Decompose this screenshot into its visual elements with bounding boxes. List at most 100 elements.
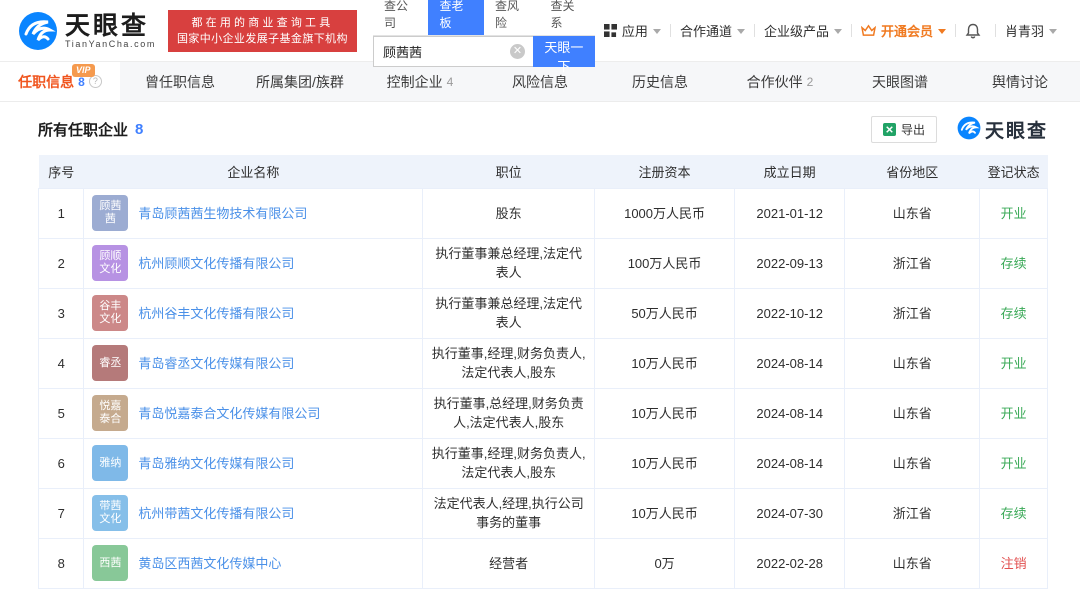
row-seq: 1	[39, 188, 84, 238]
row-company: 西茜黄岛区西茜文化传媒中心	[84, 538, 423, 588]
row-province: 山东省	[845, 438, 980, 488]
company-link[interactable]: 杭州顾顺文化传播有限公司	[138, 254, 294, 273]
nav-open-vip[interactable]: 开通会员	[852, 21, 955, 40]
row-status: 存续	[980, 488, 1048, 538]
search-tab-查风险[interactable]: 查风险	[484, 0, 540, 35]
search-tab-查老板[interactable]: 查老板	[428, 0, 484, 35]
header: 天眼查 TianYanCha.com 都在用的商业查询工具 国家中小企业发展子基…	[0, 0, 1080, 62]
tab-label: 曾任职信息	[145, 72, 215, 92]
company-avatar: 带茜文化	[92, 495, 128, 531]
row-province: 山东省	[845, 538, 980, 588]
row-company: 睿丞青岛睿丞文化传媒有限公司	[84, 338, 423, 388]
nav-enterprise-products[interactable]: 企业级产品	[755, 21, 851, 40]
company-link[interactable]: 青岛睿丞文化传媒有限公司	[138, 354, 294, 373]
notification-bell-icon	[965, 23, 981, 39]
row-seq: 3	[39, 288, 84, 338]
column-header-成立日期: 成立日期	[735, 155, 845, 188]
nav-apps-label: 应用	[622, 21, 648, 40]
chevron-down-icon	[834, 29, 842, 34]
row-status: 开业	[980, 438, 1048, 488]
row-date: 2022-02-28	[735, 538, 845, 588]
status-text: 注销	[1001, 556, 1027, 571]
tab-任职信息[interactable]: 任职信息8?VIP	[0, 62, 120, 101]
avatar-line: 茜	[105, 213, 116, 226]
logo-text: 天眼查 TianYanCha.com	[65, 13, 156, 49]
nav-vip-label: 开通会员	[881, 21, 933, 40]
column-header-注册资本: 注册资本	[594, 155, 734, 188]
tab-历史信息[interactable]: 历史信息	[600, 62, 720, 101]
column-header-序号: 序号	[39, 155, 84, 188]
row-date: 2024-08-14	[735, 438, 845, 488]
tab-风险信息[interactable]: 风险信息	[480, 62, 600, 101]
avatar-line: 顾顺	[99, 250, 121, 263]
tab-所属集团/族群[interactable]: 所属集团/族群	[240, 62, 360, 101]
status-text: 开业	[1001, 356, 1027, 371]
page-title: 所有任职企业	[38, 119, 128, 140]
search-tab-查公司[interactable]: 查公司	[373, 0, 429, 35]
search-tab-查关系[interactable]: 查关系	[539, 0, 595, 35]
row-company: 顾顺文化杭州顾顺文化传播有限公司	[84, 238, 423, 288]
company-link[interactable]: 青岛顾茜茜生物技术有限公司	[138, 204, 307, 223]
row-province: 浙江省	[845, 488, 980, 538]
tab-天眼图谱[interactable]: 天眼图谱	[840, 62, 960, 101]
tianyancha-logo[interactable]: 天眼查 TianYanCha.com	[18, 11, 156, 51]
export-label: 导出	[901, 121, 925, 138]
avatar-line: 文化	[99, 263, 121, 276]
header-nav: 应用 合作通道 企业级产品 开通会员	[595, 21, 1066, 40]
logo-subtitle: TianYanCha.com	[65, 39, 156, 49]
row-position: 执行董事,经理,财务负责人,法定代表人,股东	[423, 338, 595, 388]
avatar-line: 文化	[99, 513, 121, 526]
row-province: 山东省	[845, 338, 980, 388]
column-header-企业名称: 企业名称	[84, 155, 423, 188]
company-link[interactable]: 青岛悦嘉泰合文化传媒有限公司	[138, 404, 320, 423]
chevron-down-icon	[938, 29, 946, 34]
company-link[interactable]: 杭州谷丰文化传播有限公司	[138, 304, 294, 323]
company-inner: 顾顺文化杭州顾顺文化传播有限公司	[92, 245, 414, 281]
company-avatar: 顾顺文化	[92, 245, 128, 281]
tab-曾任职信息[interactable]: 曾任职信息	[120, 62, 240, 101]
table-row: 8西茜黄岛区西茜文化传媒中心经营者0万2022-02-28山东省注销	[39, 538, 1048, 588]
main-content: 所有任职企业 8 导出 天眼查 序号企业名称职位注册资本成立日期省份地区登记状态	[0, 102, 1080, 589]
row-capital: 100万人民币	[594, 238, 734, 288]
status-text: 存续	[1001, 306, 1027, 321]
nav-notifications[interactable]	[956, 23, 995, 39]
companies-table: 序号企业名称职位注册资本成立日期省份地区登记状态 1顾茜茜青岛顾茜茜生物技术有限…	[38, 155, 1048, 589]
company-inner: 睿丞青岛睿丞文化传媒有限公司	[92, 345, 414, 381]
company-inner: 悦嘉泰合青岛悦嘉泰合文化传媒有限公司	[92, 395, 414, 431]
section-head: 所有任职企业 8 导出 天眼查	[38, 116, 1048, 143]
export-button[interactable]: 导出	[871, 116, 937, 143]
clear-icon[interactable]: ✕	[510, 44, 525, 59]
tab-count: 2	[807, 75, 814, 89]
company-link[interactable]: 青岛雅纳文化传媒有限公司	[138, 454, 294, 473]
company-avatar: 西茜	[92, 545, 128, 581]
row-status: 存续	[980, 288, 1048, 338]
tab-label: 所属集团/族群	[256, 72, 344, 92]
avatar-line: 文化	[99, 313, 121, 326]
nav-partner-channel[interactable]: 合作通道	[671, 21, 754, 40]
search-block: 查公司查老板查风险查关系 ✕ 天眼一下	[373, 0, 595, 67]
row-seq: 5	[39, 388, 84, 438]
nav-user[interactable]: 肖青羽	[996, 21, 1066, 40]
company-inner: 西茜黄岛区西茜文化传媒中心	[92, 545, 414, 581]
table-row: 7带茜文化杭州带茜文化传播有限公司法定代表人,经理,执行公司事务的董事10万人民…	[39, 488, 1048, 538]
status-text: 存续	[1001, 506, 1027, 521]
row-position: 股东	[423, 188, 595, 238]
row-position: 法定代表人,经理,执行公司事务的董事	[423, 488, 595, 538]
search-tabs: 查公司查老板查风险查关系	[373, 0, 595, 36]
nav-apps[interactable]: 应用	[595, 21, 670, 40]
company-avatar: 顾茜茜	[92, 195, 128, 231]
company-avatar: 雅纳	[92, 445, 128, 481]
tab-控制企业[interactable]: 控制企业4	[360, 62, 480, 101]
company-avatar: 睿丞	[92, 345, 128, 381]
tab-合作伙伴[interactable]: 合作伙伴2	[720, 62, 840, 101]
grid-icon	[604, 24, 617, 37]
chevron-down-icon	[1049, 29, 1057, 34]
row-position: 执行董事,总经理,财务负责人,法定代表人,股东	[423, 388, 595, 438]
nav-channel-label: 合作通道	[680, 21, 732, 40]
table-body: 1顾茜茜青岛顾茜茜生物技术有限公司股东1000万人民币2021-01-12山东省…	[39, 188, 1048, 588]
tab-舆情讨论[interactable]: 舆情讨论	[960, 62, 1080, 101]
company-link[interactable]: 杭州带茜文化传播有限公司	[138, 504, 294, 523]
row-status: 开业	[980, 338, 1048, 388]
row-date: 2024-08-14	[735, 338, 845, 388]
company-link[interactable]: 黄岛区西茜文化传媒中心	[138, 554, 281, 573]
